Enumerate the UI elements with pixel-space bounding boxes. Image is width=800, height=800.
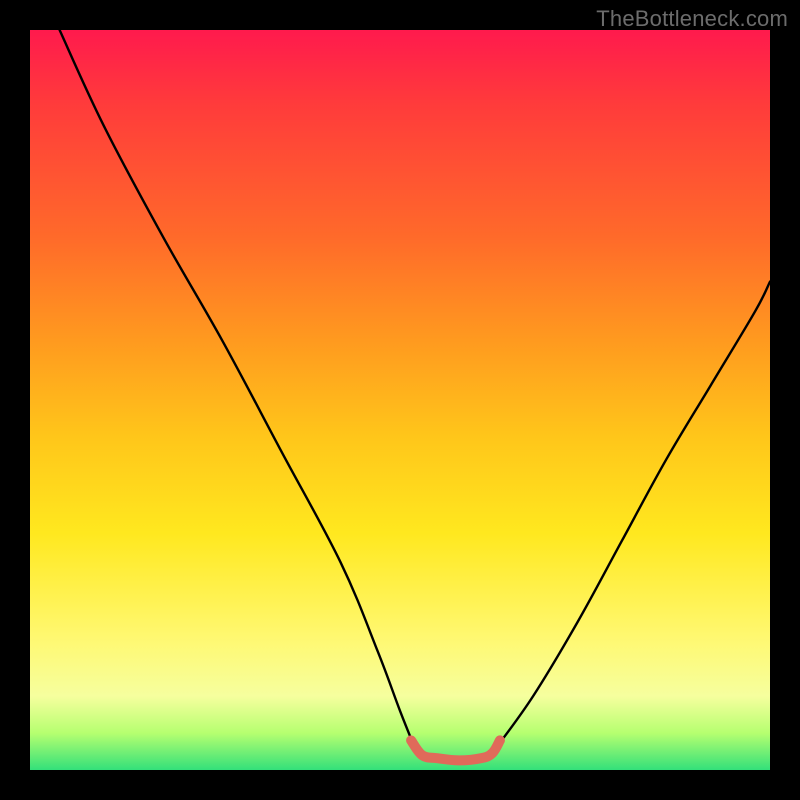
chart-frame: TheBottleneck.com — [0, 0, 800, 800]
watermark-text: TheBottleneck.com — [596, 6, 788, 32]
bottleneck-curve — [60, 30, 770, 761]
valley-highlight — [411, 740, 500, 760]
chart-overlay — [30, 30, 770, 770]
